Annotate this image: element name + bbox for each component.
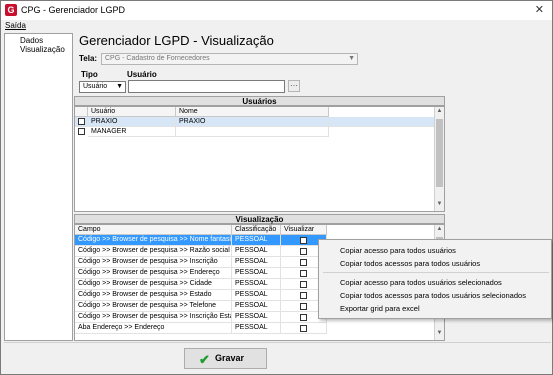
scroll-up-icon[interactable]: ▲ bbox=[435, 108, 444, 114]
scroll-thumb[interactable] bbox=[436, 119, 443, 187]
usuario-checkbox[interactable] bbox=[78, 128, 85, 135]
tela-select[interactable]: CPG - Cadastro de Fornecedores ▼ bbox=[101, 53, 358, 65]
title-bar: G CPG - Gerenciador LGPD ✕ bbox=[1, 1, 552, 20]
visualizar-checkbox[interactable] bbox=[300, 248, 307, 255]
app-logo-icon: G bbox=[5, 4, 17, 16]
menu-saida[interactable]: Saída bbox=[5, 21, 26, 30]
chevron-down-icon: ▼ bbox=[348, 55, 355, 62]
table-row-campo[interactable]: Código >> Browser de pesquisa >> Estado bbox=[75, 290, 232, 301]
gravar-button[interactable]: ✔ Gravar bbox=[184, 348, 267, 369]
table-row-campo[interactable]: Aba Endereço >> Endereço bbox=[75, 323, 232, 334]
table-row-campo[interactable]: Código >> Browser de pesquisa >> Razão s… bbox=[75, 246, 232, 257]
usuario-input[interactable] bbox=[128, 80, 285, 93]
table-row-campo[interactable]: Código >> Browser de pesquisa >> Inscriç… bbox=[75, 312, 232, 323]
visualizacao-section-header: Visualização bbox=[74, 214, 445, 224]
table-row-nome[interactable] bbox=[176, 127, 329, 137]
visualizar-checkbox[interactable] bbox=[300, 303, 307, 310]
grid-header-nome[interactable]: Nome bbox=[176, 107, 329, 117]
usuario-label: Usuário bbox=[127, 70, 157, 79]
table-row-classificacao[interactable]: PESSOAL bbox=[232, 246, 281, 257]
table-row-classificacao[interactable]: PESSOAL bbox=[232, 312, 281, 323]
visualizar-checkbox[interactable] bbox=[300, 237, 307, 244]
table-row-classificacao[interactable]: PESSOAL bbox=[232, 279, 281, 290]
table-row-classificacao[interactable]: PESSOAL bbox=[232, 290, 281, 301]
grid-header-visualizar[interactable]: Visualizar bbox=[281, 225, 327, 235]
table-row-classificacao[interactable]: PESSOAL bbox=[232, 268, 281, 279]
table-row-campo[interactable]: Código >> Browser de pesquisa >> Nome fa… bbox=[75, 235, 232, 246]
table-row-classificacao[interactable]: PESSOAL bbox=[232, 301, 281, 312]
scroll-down-icon[interactable]: ▼ bbox=[435, 330, 444, 336]
ctx-separator bbox=[323, 272, 549, 273]
ctx-exportar-excel[interactable]: Exportar grid para excel bbox=[340, 304, 420, 313]
table-row-usuario[interactable]: MANAGER bbox=[88, 127, 176, 137]
usuarios-grid: Usuário Nome PRAXIO PRAXIO MANAGER ▲ ▼ bbox=[74, 106, 445, 212]
tela-select-value: CPG - Cadastro de Fornecedores bbox=[105, 55, 210, 62]
visualizar-checkbox[interactable] bbox=[300, 325, 307, 332]
context-menu: Copiar acesso para todos usuários Copiar… bbox=[318, 239, 552, 319]
visualizar-checkbox[interactable] bbox=[300, 259, 307, 266]
table-row-classificacao[interactable]: PESSOAL bbox=[232, 257, 281, 268]
table-row-nome[interactable]: PRAXIO bbox=[176, 117, 329, 127]
chevron-down-icon: ▼ bbox=[116, 83, 123, 90]
sidebar-item-dados[interactable]: Dados bbox=[20, 36, 43, 45]
grid-header-check bbox=[75, 107, 88, 117]
grid-header-classificacao[interactable]: Classificação bbox=[232, 225, 281, 235]
gravar-label: Gravar bbox=[215, 353, 245, 363]
ctx-copiar-acesso-selecionados[interactable]: Copiar acesso para todos usuários seleci… bbox=[340, 278, 502, 287]
checkmark-icon: ✔ bbox=[199, 352, 210, 367]
ctx-copiar-acesso-todos[interactable]: Copiar acesso para todos usuários bbox=[340, 246, 456, 255]
menu-bar: Saída bbox=[1, 20, 552, 32]
visualizar-checkbox[interactable] bbox=[300, 314, 307, 321]
scroll-up-icon[interactable]: ▲ bbox=[435, 226, 444, 232]
ctx-copiar-todos-acessos-todos[interactable]: Copiar todos acessos para todos usuários bbox=[340, 259, 480, 268]
table-row-classificacao[interactable]: PESSOAL bbox=[232, 323, 281, 334]
ctx-copiar-todos-acessos-selecionados[interactable]: Copiar todos acessos para todos usuários… bbox=[340, 291, 526, 300]
tipo-select-value: Usuário bbox=[83, 83, 108, 90]
table-row-campo[interactable]: Código >> Browser de pesquisa >> Cidade bbox=[75, 279, 232, 290]
usuarios-section-header: Usuários bbox=[74, 96, 445, 106]
ellipsis-icon: ⋯ bbox=[290, 81, 298, 90]
table-row-campo[interactable]: Código >> Browser de pesquisa >> Endereç… bbox=[75, 268, 232, 279]
page-title: Gerenciador LGPD - Visualização bbox=[79, 33, 274, 48]
scroll-down-icon[interactable]: ▼ bbox=[435, 201, 444, 207]
grid-header-campo[interactable]: Campo bbox=[75, 225, 232, 235]
visualizar-checkbox[interactable] bbox=[300, 281, 307, 288]
main-window: G CPG - Gerenciador LGPD ✕ Saída Dados V… bbox=[0, 0, 553, 375]
sidebar: Dados Visualização bbox=[4, 33, 73, 341]
table-row-campo[interactable]: Código >> Browser de pesquisa >> Telefon… bbox=[75, 301, 232, 312]
table-row-classificacao[interactable]: PESSOAL bbox=[232, 235, 281, 246]
search-user-button[interactable]: ⋯ bbox=[288, 80, 300, 92]
close-button[interactable]: ✕ bbox=[535, 3, 544, 16]
sidebar-item-visualizacao[interactable]: Visualização bbox=[20, 45, 65, 54]
visualizar-checkbox[interactable] bbox=[300, 292, 307, 299]
tipo-label: Tipo bbox=[81, 70, 98, 79]
tela-label: Tela: bbox=[79, 54, 98, 63]
tipo-select[interactable]: Usuário ▼ bbox=[79, 81, 126, 93]
footer-bar: ✔ Gravar bbox=[4, 342, 551, 373]
grid-header-usuario[interactable]: Usuário bbox=[88, 107, 176, 117]
visualizar-checkbox[interactable] bbox=[300, 270, 307, 277]
usuarios-scrollbar[interactable]: ▲ ▼ bbox=[434, 107, 444, 211]
usuario-checkbox[interactable] bbox=[78, 118, 85, 125]
window-title: CPG - Gerenciador LGPD bbox=[21, 5, 126, 15]
table-row-usuario[interactable]: PRAXIO bbox=[88, 117, 176, 127]
table-row-campo[interactable]: Código >> Browser de pesquisa >> Inscriç… bbox=[75, 257, 232, 268]
